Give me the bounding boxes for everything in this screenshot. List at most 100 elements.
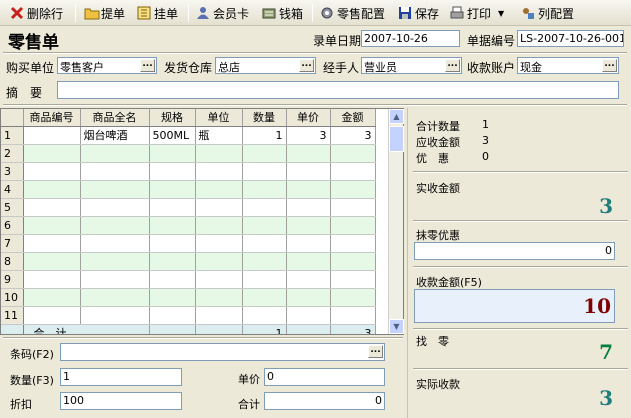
handler-field[interactable]: 营业员 ...: [361, 57, 462, 74]
cell-unit[interactable]: [195, 198, 243, 217]
cell-name[interactable]: [80, 216, 150, 235]
cell-price[interactable]: [286, 234, 331, 253]
cell-code[interactable]: [23, 270, 81, 289]
cell-amount[interactable]: [330, 216, 376, 235]
cell-name[interactable]: [80, 252, 150, 271]
cell-qty[interactable]: [242, 216, 287, 235]
table-row[interactable]: 4: [1, 180, 376, 199]
col-header-name[interactable]: 商品全名: [80, 109, 150, 127]
grid-vertical-scrollbar[interactable]: ▲ ▼: [388, 109, 404, 334]
cell-unit[interactable]: [195, 288, 243, 307]
cell-name[interactable]: [80, 234, 150, 253]
cell-code[interactable]: [23, 306, 81, 325]
buyer-field[interactable]: 零售客户 ...: [57, 57, 157, 74]
cell-spec[interactable]: [149, 234, 196, 253]
handler-lookup-button[interactable]: ...: [445, 59, 460, 72]
cell-amount[interactable]: [330, 234, 376, 253]
cell-price[interactable]: 3: [286, 126, 331, 145]
fetch-bill-button[interactable]: 提单: [84, 3, 125, 23]
dropdown-arrow-icon[interactable]: ▼: [498, 9, 504, 18]
cell-code[interactable]: [23, 180, 81, 199]
cell-amount[interactable]: [330, 198, 376, 217]
cell-spec[interactable]: [149, 288, 196, 307]
cell-unit[interactable]: [195, 216, 243, 235]
cell-amount[interactable]: [330, 270, 376, 289]
cell-unit[interactable]: [195, 270, 243, 289]
cell-unit[interactable]: [195, 234, 243, 253]
cell-amount[interactable]: 3: [330, 126, 376, 145]
cell-qty[interactable]: [242, 270, 287, 289]
cash-box-button[interactable]: 钱箱: [262, 3, 303, 23]
cell-code[interactable]: [23, 198, 81, 217]
cell-spec[interactable]: [149, 180, 196, 199]
buyer-lookup-button[interactable]: ...: [140, 59, 155, 72]
cell-name[interactable]: [80, 144, 150, 163]
col-header-unit[interactable]: 单位: [195, 109, 243, 127]
cell-qty[interactable]: [242, 144, 287, 163]
cell-code[interactable]: [23, 216, 81, 235]
col-header-qty[interactable]: 数量: [242, 109, 287, 127]
account-field[interactable]: 现金 ...: [517, 57, 619, 74]
cell-qty[interactable]: [242, 180, 287, 199]
warehouse-field[interactable]: 总店 ...: [215, 57, 316, 74]
cell-amount[interactable]: [330, 252, 376, 271]
cell-unit[interactable]: [195, 252, 243, 271]
column-config-button[interactable]: 列配置: [521, 3, 574, 23]
cell-qty[interactable]: [242, 162, 287, 181]
bill-no-field[interactable]: LS-2007-10-26-001: [517, 30, 624, 47]
price-field[interactable]: 0: [264, 368, 385, 386]
cell-name[interactable]: [80, 180, 150, 199]
cell-unit[interactable]: [195, 180, 243, 199]
scroll-down-icon[interactable]: ▼: [389, 319, 404, 334]
cell-name[interactable]: [80, 306, 150, 325]
cell-code[interactable]: [23, 288, 81, 307]
table-row[interactable]: 8: [1, 252, 376, 271]
cell-amount[interactable]: [330, 162, 376, 181]
cell-spec[interactable]: [149, 252, 196, 271]
cell-unit[interactable]: [195, 306, 243, 325]
cell-price[interactable]: [286, 144, 331, 163]
save-button[interactable]: 保存: [398, 3, 439, 23]
table-row[interactable]: 6: [1, 216, 376, 235]
col-header-price[interactable]: 单价: [286, 109, 331, 127]
account-lookup-button[interactable]: ...: [602, 59, 617, 72]
qty-field[interactable]: 1: [60, 368, 182, 386]
cell-name[interactable]: 烟台啤酒: [80, 126, 150, 145]
cell-name[interactable]: [80, 288, 150, 307]
cell-name[interactable]: [80, 198, 150, 217]
barcode-field[interactable]: ...: [60, 343, 385, 361]
table-row[interactable]: 1 烟台啤酒 500ML 瓶 1 3 3: [1, 126, 376, 145]
table-row[interactable]: 3: [1, 162, 376, 181]
cell-price[interactable]: [286, 306, 331, 325]
retail-config-button[interactable]: 零售配置: [320, 3, 385, 23]
cell-spec[interactable]: 500ML: [149, 126, 196, 145]
received-field[interactable]: 10: [414, 289, 615, 323]
cell-qty[interactable]: [242, 252, 287, 271]
table-row[interactable]: 9: [1, 270, 376, 289]
print-button[interactable]: 打印 ▼: [450, 3, 504, 23]
cell-price[interactable]: [286, 288, 331, 307]
table-row[interactable]: 7: [1, 234, 376, 253]
table-row[interactable]: 10: [1, 288, 376, 307]
cell-amount[interactable]: [330, 306, 376, 325]
col-header-code[interactable]: 商品编号: [23, 109, 81, 127]
cell-code[interactable]: [23, 252, 81, 271]
cell-price[interactable]: [286, 198, 331, 217]
cell-qty[interactable]: [242, 234, 287, 253]
table-row[interactable]: 5: [1, 198, 376, 217]
cell-unit[interactable]: [195, 144, 243, 163]
cell-spec[interactable]: [149, 162, 196, 181]
cell-code[interactable]: [23, 234, 81, 253]
scroll-up-icon[interactable]: ▲: [389, 109, 404, 124]
discount-field[interactable]: 100: [60, 392, 182, 410]
cell-code[interactable]: [23, 162, 81, 181]
total-field[interactable]: 0: [264, 392, 385, 410]
cell-price[interactable]: [286, 252, 331, 271]
warehouse-lookup-button[interactable]: ...: [299, 59, 314, 72]
cell-code[interactable]: [23, 144, 81, 163]
cell-unit[interactable]: [195, 162, 243, 181]
cell-name[interactable]: [80, 162, 150, 181]
cell-spec[interactable]: [149, 144, 196, 163]
cell-unit[interactable]: 瓶: [195, 126, 243, 145]
cell-price[interactable]: [286, 216, 331, 235]
